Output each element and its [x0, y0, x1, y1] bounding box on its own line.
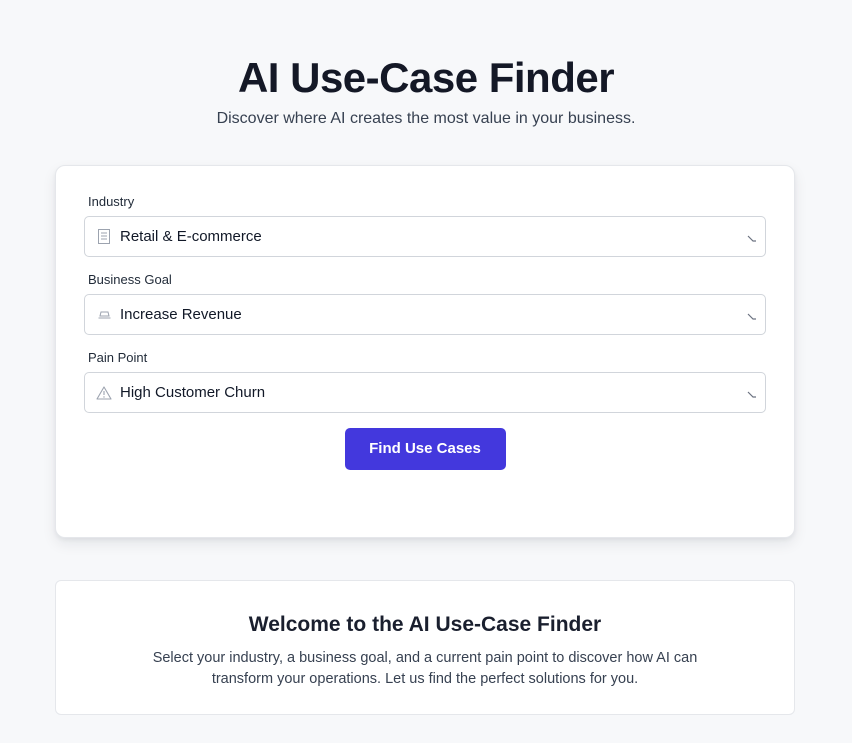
submit-row: Find Use Cases [84, 428, 766, 470]
page: AI Use-Case Finder Discover where AI cre… [0, 0, 852, 743]
industry-value: Retail & E-commerce [120, 228, 262, 245]
goal-select[interactable]: Increase Revenue [84, 294, 766, 335]
goal-field: Business Goal Increase Revenue [84, 272, 766, 335]
warning-icon [96, 385, 112, 401]
goal-value: Increase Revenue [120, 306, 242, 323]
pain-select[interactable]: High Customer Churn [84, 372, 766, 413]
welcome-title: Welcome to the AI Use-Case Finder [248, 613, 602, 636]
welcome-panel: Welcome to the AI Use-Case Finder Select… [55, 580, 795, 715]
find-use-cases-button[interactable]: Find Use Cases [344, 428, 506, 470]
goal-label: Business Goal [88, 272, 172, 287]
industry-select[interactable]: Retail & E-commerce [84, 216, 766, 257]
industry-field: Industry Retail & E-commerce [84, 194, 766, 257]
chevron-down-icon [747, 235, 756, 242]
welcome-body: Select your industry, a business goal, a… [152, 650, 698, 687]
chevron-down-icon [747, 391, 756, 398]
building-icon [96, 229, 112, 245]
goal-icon [96, 307, 112, 323]
finder-form-card: Industry Retail & E-commerce Business Go [55, 165, 795, 538]
pain-label: Pain Point [88, 350, 148, 365]
pain-value: High Customer Churn [120, 384, 266, 401]
page-title: AI Use-Case Finder [237, 54, 615, 101]
page-subtitle: Discover where AI creates the most value… [216, 110, 636, 127]
pain-field: Pain Point High Customer Churn [84, 350, 766, 413]
industry-label: Industry [88, 194, 135, 209]
chevron-down-icon [747, 313, 756, 320]
hero: AI Use-Case Finder Discover where AI cre… [0, 0, 852, 129]
